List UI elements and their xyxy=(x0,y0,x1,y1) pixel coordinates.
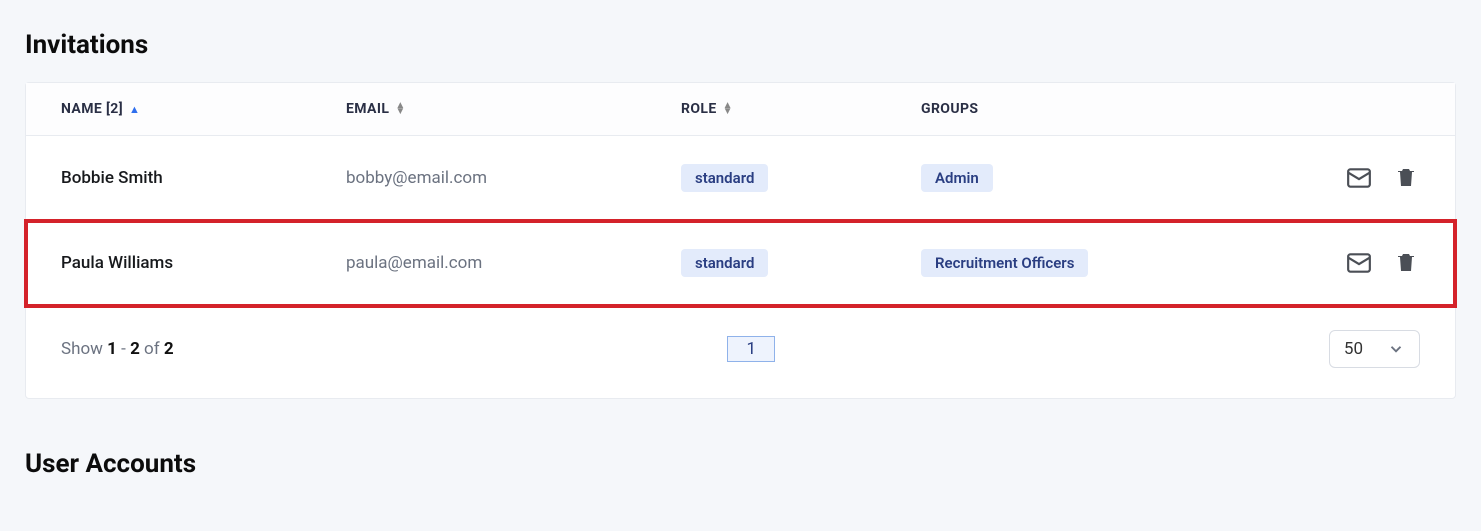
group-badge: Admin xyxy=(921,164,993,192)
cell-role: standard xyxy=(681,249,921,277)
pagination: 1 xyxy=(174,336,1329,362)
cell-email: paula@email.com xyxy=(346,253,681,273)
cell-group: Admin xyxy=(921,164,1281,192)
col-header-name-label: NAME [2] xyxy=(61,101,123,117)
page-size-select[interactable]: 50 xyxy=(1329,330,1420,368)
col-header-groups-label: GROUPS xyxy=(921,101,978,117)
trash-icon[interactable] xyxy=(1394,165,1420,191)
chevron-down-icon xyxy=(1387,340,1405,358)
cell-email: bobby@email.com xyxy=(346,168,681,188)
range-total: 2 xyxy=(164,339,174,359)
sort-icon: ▲▼ xyxy=(395,103,405,115)
table-row: Bobbie Smith bobby@email.com standard Ad… xyxy=(26,136,1455,221)
range-end: 2 xyxy=(130,339,140,359)
user-accounts-heading: User Accounts xyxy=(25,449,1456,479)
role-badge: standard xyxy=(681,249,768,277)
col-header-role-label: ROLE xyxy=(681,101,717,117)
invitations-table: NAME [2] ▲ EMAIL ▲▼ ROLE ▲▼ GROUPS Bobbi… xyxy=(25,82,1456,399)
invitations-heading: Invitations xyxy=(25,30,1456,60)
sort-asc-icon: ▲ xyxy=(129,103,140,116)
cell-name: Paula Williams xyxy=(61,253,346,273)
table-row: Paula Williams paula@email.com standard … xyxy=(26,221,1455,306)
page-number-button[interactable]: 1 xyxy=(727,336,775,362)
col-header-email-label: EMAIL xyxy=(346,101,389,117)
col-header-role[interactable]: ROLE ▲▼ xyxy=(681,101,921,117)
cell-group: Recruitment Officers xyxy=(921,249,1281,277)
table-footer: Show 1 - 2 of 2 1 50 xyxy=(26,306,1455,398)
role-badge: standard xyxy=(681,164,768,192)
col-header-groups: GROUPS xyxy=(921,101,1281,117)
sort-icon: ▲▼ xyxy=(723,103,733,115)
trash-icon[interactable] xyxy=(1394,250,1420,276)
cell-role: standard xyxy=(681,164,921,192)
col-header-email[interactable]: EMAIL ▲▼ xyxy=(346,101,681,117)
cell-name: Bobbie Smith xyxy=(61,168,346,188)
showing-count: Show 1 - 2 of 2 xyxy=(61,339,174,359)
show-prefix: Show xyxy=(61,339,107,359)
page-size-value: 50 xyxy=(1344,339,1363,359)
range-sep: - xyxy=(117,339,130,359)
of-text: of xyxy=(140,339,164,359)
group-badge: Recruitment Officers xyxy=(921,249,1088,277)
col-header-name[interactable]: NAME [2] ▲ xyxy=(61,101,346,117)
table-header-row: NAME [2] ▲ EMAIL ▲▼ ROLE ▲▼ GROUPS xyxy=(26,83,1455,136)
mail-icon[interactable] xyxy=(1346,250,1372,276)
range-start: 1 xyxy=(107,339,117,359)
mail-icon[interactable] xyxy=(1346,165,1372,191)
